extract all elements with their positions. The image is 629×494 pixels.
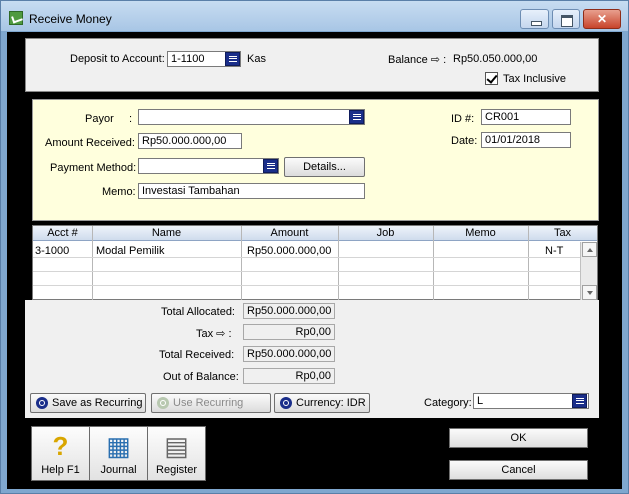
recurring-disabled-icon (157, 397, 169, 410)
balance-label: Balance ⇨ : (388, 54, 447, 66)
details-button[interactable]: Details... (284, 157, 365, 177)
amount-label: Amount Received: (45, 137, 135, 149)
id-label: ID #: (451, 113, 475, 125)
payor-dropdown-icon[interactable] (349, 110, 364, 124)
deposit-label: Deposit to Account: (70, 53, 165, 65)
payment-method-field[interactable] (138, 158, 279, 174)
grid-divider (338, 226, 339, 300)
scroll-up-icon[interactable] (582, 242, 597, 257)
use-recurring-label: Use Recurring (173, 397, 244, 409)
out-of-balance-label: Out of Balance: (163, 371, 239, 383)
grid-divider (241, 226, 242, 300)
scroll-down-icon[interactable] (582, 285, 597, 300)
save-as-recurring-button[interactable]: Save as Recurring (30, 393, 146, 413)
col-amount[interactable]: Amount (241, 226, 338, 241)
currency-label: Currency: IDR (296, 397, 366, 409)
id-field[interactable]: CR001 (481, 109, 571, 125)
col-tax[interactable]: Tax (528, 226, 597, 241)
close-button[interactable]: ✕ (583, 9, 621, 29)
memo-field[interactable]: Investasi Tambahan (138, 183, 365, 199)
out-of-balance-value: Rp0,00 (243, 368, 335, 384)
col-memo[interactable]: Memo (433, 226, 528, 241)
minimize-button[interactable] (520, 9, 549, 29)
grid-scrollbar[interactable] (580, 242, 597, 300)
app-icon (9, 11, 23, 25)
receive-money-window: Receive Money ✕ Deposit to Account: 1-11… (0, 0, 629, 494)
save-as-recurring-label: Save as Recurring (52, 397, 143, 409)
maximize-button[interactable] (552, 9, 580, 29)
help-icon: ? (52, 431, 69, 461)
journal-label: Journal (100, 464, 137, 476)
category-label: Category: (424, 397, 472, 409)
total-received-label: Total Received: (159, 349, 235, 361)
grid-row-line (33, 271, 581, 272)
total-received-value: Rp50.000.000,00 (243, 346, 335, 362)
grid-divider (92, 226, 93, 300)
grid-row-line (33, 257, 581, 258)
register-icon: ▤ (164, 431, 189, 461)
total-allocated-label: Total Allocated: (161, 306, 235, 318)
tax-inclusive-checkbox[interactable] (485, 72, 498, 85)
row-amount[interactable]: Rp50.000.000,00 (247, 245, 331, 257)
window-title: Receive Money (29, 12, 112, 26)
allocation-table: Acct # Name Amount Job Memo Tax 3-1000 M… (32, 225, 598, 300)
grid-row-line (33, 285, 581, 286)
tax-label: Tax ⇨ : (196, 328, 232, 340)
help-button[interactable]: ? Help F1 (31, 426, 90, 481)
journal-icon: ▦ (106, 431, 131, 461)
category-dropdown-icon[interactable] (572, 394, 587, 408)
tax-value: Rp0,00 (243, 324, 335, 340)
ok-button[interactable]: OK (449, 428, 588, 448)
use-recurring-button[interactable]: Use Recurring (151, 393, 271, 413)
col-name[interactable]: Name (92, 226, 241, 241)
payor-label: Payor (85, 113, 114, 125)
col-job[interactable]: Job (338, 226, 433, 241)
row-acct[interactable]: 3-1000 (35, 245, 69, 257)
payment-method-label: Payment Method: (50, 162, 137, 174)
col-acct[interactable]: Acct # (33, 226, 92, 241)
row-tax[interactable]: N-T (545, 245, 563, 257)
recurring-icon (36, 397, 48, 410)
grid-divider (528, 226, 529, 300)
currency-button[interactable]: Currency: IDR (274, 393, 370, 413)
total-allocated-value: Rp50.000.000,00 (243, 303, 335, 319)
register-label: Register (156, 464, 197, 476)
row-name[interactable]: Modal Pemilik (96, 245, 164, 257)
payor-field[interactable] (138, 109, 365, 125)
date-label: Date: (451, 135, 478, 147)
deposit-account-name: Kas (247, 53, 266, 65)
amount-field[interactable]: Rp50.000.000,00 (138, 133, 242, 149)
currency-icon (280, 397, 292, 410)
deposit-dropdown-icon[interactable] (225, 52, 240, 66)
help-label: Help F1 (41, 464, 80, 476)
register-button[interactable]: ▤ Register (147, 426, 206, 481)
tax-inclusive-label: Tax Inclusive (503, 73, 566, 85)
cancel-button[interactable]: Cancel (449, 460, 588, 480)
date-field[interactable]: 01/01/2018 (481, 132, 571, 148)
payor-colon: : (129, 113, 133, 125)
title-bar: Receive Money ✕ (1, 1, 628, 31)
journal-button[interactable]: ▦ Journal (89, 426, 148, 481)
grid-divider (433, 226, 434, 300)
balance-value: Rp50.050.000,00 (453, 53, 538, 65)
payment-method-dropdown-icon[interactable] (263, 159, 278, 173)
memo-label: Memo: (102, 186, 136, 198)
